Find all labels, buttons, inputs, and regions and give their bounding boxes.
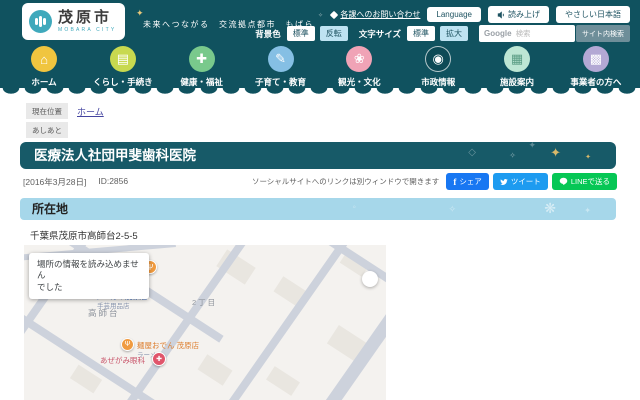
footprints-row: あしあと [26,122,68,138]
twitter-share-button[interactable]: ツイート [493,173,548,190]
map-building [198,354,233,385]
medical-marker-icon[interactable]: ✚ [152,352,166,366]
page-title-bar: 医療法人社団甲斐歯科医院 ✦ ✧ ✦ ◇ ✦ [20,142,616,169]
location-map[interactable]: 場所の情報を読み込めません でした Ψ ✂ クラフトハート トーカイ茂原店 手芸… [24,245,386,400]
city-info-icon: ◉ [425,46,451,72]
footprints-badge: あしあと [26,122,68,138]
map-label-district: 高師台 [88,307,120,319]
article-date: [2016年3月28日] [23,176,86,188]
nav-item-home[interactable]: ⌂ ホーム [14,46,74,88]
living-procedures-icon: ▤ [110,46,136,72]
facilities-icon: ▦ [504,46,530,72]
map-label-chome: 2丁目 [192,297,217,308]
section-title: 所在地 [20,198,616,220]
utility-row-top: 各課へのお問い合わせ Language 読み上げ やさしい日本語 [331,6,630,23]
site-search-button[interactable]: サイト内検索 [576,25,630,42]
readaloud-button[interactable]: 読み上げ [488,6,549,23]
home-icon: ⌂ [31,46,57,72]
utility-row-bottom: 背景色 標準 反転 文字サイズ 標準 拡大 Google 検索 サイト内検索 [255,25,630,42]
nav-item-childcare[interactable]: ✎ 子育て・教育 [251,46,311,88]
site-search-input[interactable]: Google 検索 [479,25,575,42]
nav-item-business[interactable]: ▩ 事業者の方へ [566,46,626,88]
nav-item-tourism[interactable]: ❀ 観光・文化 [329,46,389,88]
social-note: ソーシャルサイトへのリンクは別ウィンドウで開きます [252,176,439,187]
city-logo[interactable]: 茂原市 MOBARA CITY [22,3,125,40]
line-share-button[interactable]: LINEで送る [552,173,617,190]
business-icon: ▩ [583,46,609,72]
mobara-city-page: 茂原市 MOBARA CITY 未来へつながる 交流拠点都市 もばら ✦ ✦ ✧… [0,0,640,400]
easy-japanese-button[interactable]: やさしい日本語 [556,6,630,23]
facebook-icon: f [453,177,456,187]
map-label-eye-clinic[interactable]: あぜがみ眼科 [100,355,145,366]
search-placeholder: 検索 [516,28,531,39]
page-title: 医療法人社団甲斐歯科医院 [20,142,616,169]
line-icon [559,177,568,186]
location-badge: 現在位置 [26,103,68,119]
bg-invert-button[interactable]: 反転 [320,26,348,41]
speaker-icon [497,11,505,19]
bg-standard-button[interactable]: 標準 [287,26,315,41]
nav-item-living[interactable]: ▤ くらし・手続き [93,46,153,88]
breadcrumb-home-link[interactable]: ホーム [77,105,104,118]
font-standard-button[interactable]: 標準 [407,26,435,41]
nav-item-health[interactable]: ✚ 健康・福祉 [172,46,232,88]
social-share-row: ソーシャルサイトへのリンクは別ウィンドウで開きます f シェア ツイート LIN… [252,173,617,190]
ramen-marker-icon[interactable]: Ψ [121,338,134,351]
contact-link[interactable]: 各課へのお問い合わせ [331,9,420,20]
bg-color-label: 背景色 [255,28,281,40]
nav-item-city-info[interactable]: ◉ 市政情報 [408,46,468,88]
city-name-en: MOBARA CITY [58,27,116,33]
address-text: 千葉県茂原市高師台2-5-5 [30,228,138,242]
article-meta: [2016年3月28日] ID:2856 [23,176,128,188]
breadcrumb: 現在位置 ホーム [26,103,104,119]
article-id: ID:2856 [98,176,128,188]
childcare-education-icon: ✎ [268,46,294,72]
city-name: 茂原市 [58,10,116,25]
section-header: 所在地 ❋ ✧ ◦ ✦ [20,198,616,220]
facebook-share-button[interactable]: f シェア [446,173,489,190]
map-error-popup: 場所の情報を読み込めません でした [29,253,149,299]
font-size-label: 文字サイズ [359,28,401,40]
nav-item-facilities[interactable]: ▦ 施設案内 [487,46,547,88]
tourism-culture-icon: ❀ [346,46,372,72]
map-control-button[interactable] [362,271,378,287]
twitter-icon [500,178,508,186]
diamond-icon [330,10,338,18]
global-nav: ⌂ ホーム ▤ くらし・手続き ✚ 健康・福祉 ✎ 子育て・教育 ❀ 観光・文化… [14,46,626,88]
language-button[interactable]: Language [427,7,481,22]
map-building [266,366,300,396]
city-logo-icon [29,10,52,33]
google-logo: Google [484,29,512,38]
health-welfare-icon: ✚ [189,46,215,72]
font-large-button[interactable]: 拡大 [440,26,468,41]
wave-border [0,88,640,98]
